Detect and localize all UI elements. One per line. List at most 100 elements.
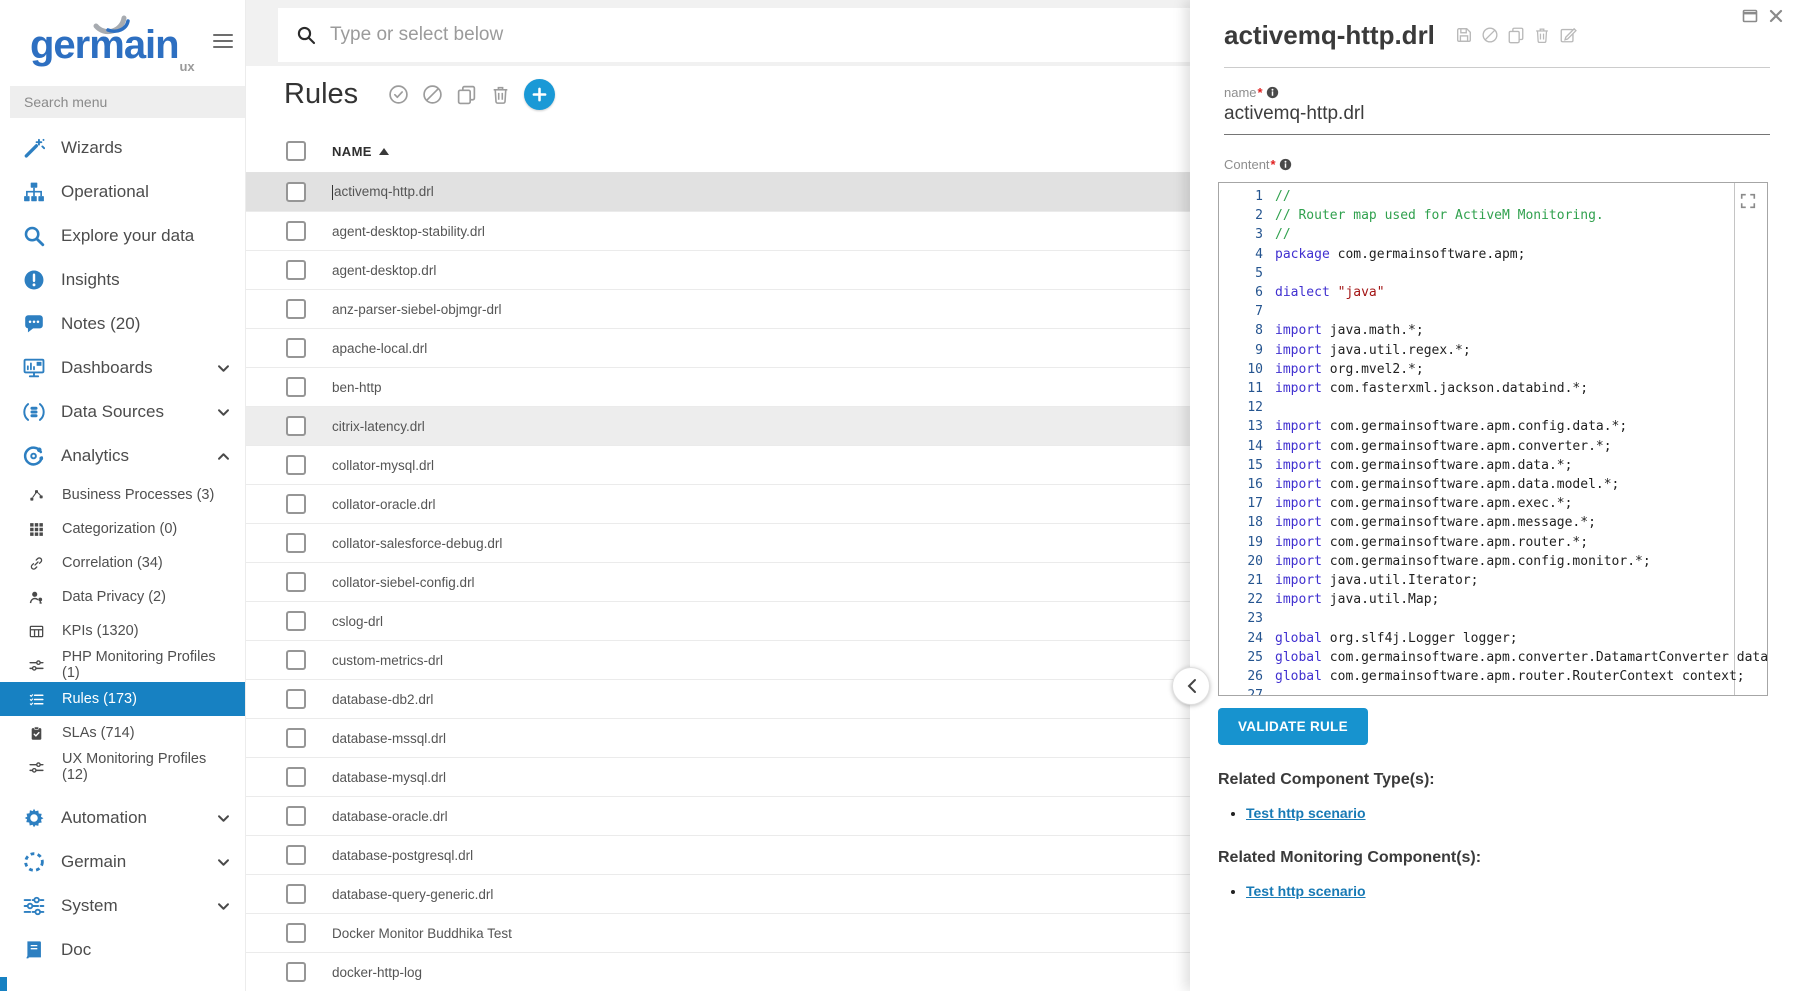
sidebar-item-kpis-1320[interactable]: KPIs (1320) (0, 614, 245, 648)
rule-name: collator-salesforce-debug.drl (332, 536, 502, 551)
validate-rule-button[interactable]: VALIDATE RULE (1218, 708, 1368, 745)
duplicate-icon[interactable] (454, 82, 478, 106)
sidebar-item-system[interactable]: System (0, 884, 245, 928)
disable-icon[interactable] (420, 82, 444, 106)
sidebar-item-dashboards[interactable]: Dashboards (0, 346, 245, 390)
filter-search-input[interactable] (328, 23, 1190, 47)
sidebar-item-operational[interactable]: Operational (0, 170, 245, 214)
table-row[interactable]: Docker Monitor Buddhika Test (246, 913, 1190, 952)
row-checkbox[interactable] (286, 728, 306, 748)
sidebar-item-notes-20[interactable]: Notes (20) (0, 302, 245, 346)
table-row[interactable]: database-query-generic.drl (246, 874, 1190, 913)
delete-icon[interactable] (1533, 26, 1552, 45)
table-row[interactable]: database-oracle.drl (246, 796, 1190, 835)
row-checkbox[interactable] (286, 533, 306, 553)
table-row[interactable]: citrix-latency.drl (246, 406, 1190, 445)
code-line: 23 (1219, 609, 1767, 628)
table-row[interactable]: ben-http (246, 367, 1190, 406)
duplicate-icon[interactable] (1507, 26, 1526, 45)
row-checkbox[interactable] (286, 767, 306, 787)
code-editor[interactable]: 1//2// Router map used for ActiveM Monit… (1218, 182, 1768, 696)
table-row[interactable]: collator-mysql.drl (246, 445, 1190, 484)
row-checkbox[interactable] (286, 299, 306, 319)
line-number: 25 (1219, 648, 1275, 667)
info-icon[interactable] (1279, 158, 1292, 171)
row-checkbox[interactable] (286, 260, 306, 280)
related-link[interactable]: Test http scenario (1246, 805, 1366, 821)
rule-name: custom-metrics-drl (332, 653, 443, 668)
table-row[interactable]: anz-parser-siebel-objmgr-drl (246, 289, 1190, 328)
sidebar-item-rules-173[interactable]: Rules (173) (0, 682, 245, 716)
table-row[interactable]: database-mssql.drl (246, 718, 1190, 757)
maximize-icon[interactable] (1742, 8, 1758, 24)
row-checkbox[interactable] (286, 845, 306, 865)
sidebar-item-php-monitoring-profiles-1[interactable]: PHP Monitoring Profiles (1) (0, 648, 245, 682)
add-rule-button[interactable] (524, 79, 555, 110)
related-list-item: Test http scenario (1246, 883, 1770, 901)
table-row[interactable]: agent-desktop-stability.drl (246, 211, 1190, 250)
row-checkbox[interactable] (286, 377, 306, 397)
table-row[interactable]: custom-metrics-drl (246, 640, 1190, 679)
table-row[interactable]: apache-local.drl (246, 328, 1190, 367)
sidebar-item-slas-714[interactable]: SLAs (714) (0, 716, 245, 750)
collapse-panel-button[interactable] (1172, 667, 1210, 705)
row-checkbox[interactable] (286, 962, 306, 982)
sidebar-item-analytics[interactable]: Analytics (0, 434, 245, 478)
table-row[interactable]: database-mysql.drl (246, 757, 1190, 796)
row-checkbox[interactable] (286, 650, 306, 670)
sidebar-item-wizards[interactable]: Wizards (0, 126, 245, 170)
info-icon[interactable] (1266, 86, 1279, 99)
row-checkbox[interactable] (286, 182, 306, 202)
table-row[interactable]: database-db2.drl (246, 679, 1190, 718)
row-checkbox[interactable] (286, 416, 306, 436)
sidebar-item-data-privacy-2[interactable]: Data Privacy (2) (0, 580, 245, 614)
table-row[interactable]: collator-siebel-config.drl (246, 562, 1190, 601)
related-link[interactable]: Test http scenario (1246, 883, 1366, 899)
germain-logo[interactable]: germain ux (30, 10, 179, 80)
sidebar-item-business-processes-3[interactable]: Business Processes (3) (0, 478, 245, 512)
table-row[interactable]: activemq-http.drl (246, 172, 1190, 211)
row-checkbox[interactable] (286, 689, 306, 709)
sidebar-item-correlation-34[interactable]: Correlation (34) (0, 546, 245, 580)
column-header-name[interactable]: NAME (332, 144, 389, 159)
sidebar-item-categorization-0[interactable]: Categorization (0) (0, 512, 245, 546)
select-all-checkbox[interactable] (286, 141, 306, 161)
row-checkbox[interactable] (286, 494, 306, 514)
sidebar-item-doc[interactable]: Doc (0, 928, 245, 972)
sidebar-item-ux-monitoring-profiles-12[interactable]: UX Monitoring Profiles (12) (0, 750, 245, 784)
code-line: 27 (1219, 686, 1767, 696)
sidebar-item-germain[interactable]: Germain (0, 840, 245, 884)
disable-icon[interactable] (1481, 26, 1500, 45)
row-checkbox[interactable] (286, 806, 306, 826)
sidebar-search-input[interactable] (10, 86, 245, 118)
close-icon[interactable] (1768, 8, 1784, 24)
table-row[interactable]: collator-salesforce-debug.drl (246, 523, 1190, 562)
save-icon[interactable] (1455, 26, 1474, 45)
page-title: Rules (284, 78, 358, 111)
row-checkbox[interactable] (286, 221, 306, 241)
sidebar-item-data-sources[interactable]: Data Sources (0, 390, 245, 434)
code-line: 18import com.germainsoftware.apm.message… (1219, 513, 1767, 532)
sidebar-item-automation[interactable]: Automation (0, 796, 245, 840)
validate-selected-icon[interactable] (386, 82, 410, 106)
row-checkbox[interactable] (286, 572, 306, 592)
table-row[interactable]: collator-oracle.drl (246, 484, 1190, 523)
menu-toggle-icon[interactable] (213, 30, 233, 52)
row-checkbox[interactable] (286, 923, 306, 943)
table-row[interactable]: docker-http-log (246, 952, 1190, 991)
related-list-item: Test http scenario (1246, 805, 1770, 823)
related-monitoring-components-list: Test http scenario (1246, 883, 1770, 901)
table-row[interactable]: agent-desktop.drl (246, 250, 1190, 289)
edit-icon[interactable] (1559, 26, 1578, 45)
chevron-down-icon (216, 811, 231, 826)
table-row[interactable]: cslog-drl (246, 601, 1190, 640)
row-checkbox[interactable] (286, 455, 306, 475)
sidebar-item-insights[interactable]: Insights (0, 258, 245, 302)
delete-icon[interactable] (488, 82, 512, 106)
table-row[interactable]: database-postgresql.drl (246, 835, 1190, 874)
name-field-value[interactable]: activemq-http.drl (1224, 103, 1770, 135)
sidebar-item-explore-your-data[interactable]: Explore your data (0, 214, 245, 258)
row-checkbox[interactable] (286, 884, 306, 904)
row-checkbox[interactable] (286, 338, 306, 358)
row-checkbox[interactable] (286, 611, 306, 631)
